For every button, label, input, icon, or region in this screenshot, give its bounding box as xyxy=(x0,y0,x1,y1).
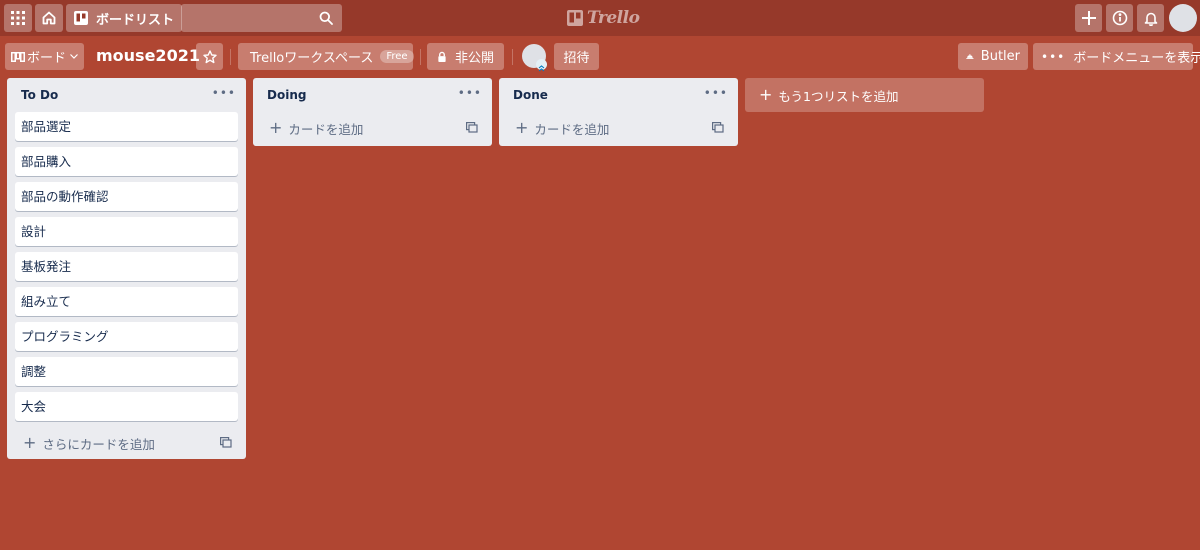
add-card-label: カードを追加 xyxy=(534,121,610,137)
list-menu-icon[interactable]: ••• xyxy=(458,86,482,100)
card[interactable]: 部品選定 xyxy=(15,112,238,141)
top-header: ボードリスト Trello xyxy=(0,0,1200,36)
search-icon xyxy=(319,11,333,25)
visibility-label: 非公開 xyxy=(454,51,494,66)
star-icon xyxy=(202,49,217,63)
create-button[interactable] xyxy=(1075,4,1102,32)
home-icon xyxy=(42,11,56,25)
logo-text: Trello xyxy=(587,8,640,28)
plus-icon: + xyxy=(759,85,773,104)
list-title[interactable]: Done xyxy=(513,88,548,102)
card[interactable]: 調整 xyxy=(15,357,238,386)
invite-label: 招待 xyxy=(563,51,590,66)
card[interactable]: 部品の動作確認 xyxy=(15,182,238,211)
boards-button-label: ボードリスト xyxy=(96,12,175,28)
add-card-button[interactable]: + カードを追加 xyxy=(253,112,492,144)
ellipsis-icon: ••• xyxy=(1041,49,1066,64)
star-button[interactable] xyxy=(196,43,223,70)
template-icon[interactable] xyxy=(466,122,478,133)
list-title[interactable]: Doing xyxy=(267,88,306,102)
template-icon[interactable] xyxy=(220,437,232,448)
invite-button[interactable]: 招待 xyxy=(554,43,599,70)
account-avatar[interactable] xyxy=(1169,4,1197,32)
header-divider xyxy=(230,49,231,65)
chevron-down-icon xyxy=(70,54,78,59)
add-card-button[interactable]: + さらにカードを追加 xyxy=(7,427,246,459)
search-input[interactable] xyxy=(181,4,342,32)
card[interactable]: 設計 xyxy=(15,217,238,246)
list-doing: Doing ••• + カードを追加 xyxy=(253,78,492,146)
list-done: Done ••• + カードを追加 xyxy=(499,78,738,146)
list-todo: To Do ••• 部品選定 部品購入 部品の動作確認 設計 基板発注 組み立て… xyxy=(7,78,246,459)
butler-label: Butler xyxy=(980,49,1020,64)
list-header: Done ••• xyxy=(499,78,738,112)
show-menu-label: ボードメニューを表示 xyxy=(1073,51,1200,66)
list-menu-icon[interactable]: ••• xyxy=(212,86,236,100)
add-list-label: もう1つリストを追加 xyxy=(778,88,899,104)
board-icon xyxy=(74,11,88,25)
card[interactable]: 部品購入 xyxy=(15,147,238,176)
list-menu-icon[interactable]: ••• xyxy=(704,86,728,100)
notifications-button[interactable] xyxy=(1137,4,1164,32)
butler-icon xyxy=(966,54,974,60)
visibility-button[interactable]: 非公開 xyxy=(427,43,504,70)
apps-button[interactable] xyxy=(4,4,32,32)
card[interactable]: プログラミング xyxy=(15,322,238,351)
card[interactable]: 基板発注 xyxy=(15,252,238,281)
home-button[interactable] xyxy=(35,4,63,32)
grid-icon xyxy=(11,11,25,25)
plus-icon: + xyxy=(515,118,529,137)
plus-icon: + xyxy=(23,433,37,452)
bell-icon xyxy=(1144,12,1157,26)
info-button[interactable] xyxy=(1106,4,1133,32)
board-view-icon xyxy=(11,51,25,62)
plus-icon: + xyxy=(269,118,283,137)
butler-button[interactable]: Butler xyxy=(958,43,1028,70)
plan-badge: Free xyxy=(380,50,414,63)
workspace-label: Trelloワークスペース xyxy=(250,51,374,66)
chevron-up-icon xyxy=(538,65,545,72)
board-title[interactable]: mouse2021 xyxy=(96,46,200,65)
header-divider xyxy=(512,49,513,65)
add-card-button[interactable]: + カードを追加 xyxy=(499,112,738,144)
list-header: To Do ••• xyxy=(7,78,246,112)
add-card-label: さらにカードを追加 xyxy=(42,436,155,452)
card-container: 部品選定 部品購入 部品の動作確認 設計 基板発注 組み立て プログラミング 調… xyxy=(7,112,246,421)
workspace-button[interactable]: Trelloワークスペース Free xyxy=(238,43,414,70)
boards-button[interactable]: ボードリスト xyxy=(66,4,183,32)
board-switcher-label: ボード xyxy=(27,51,67,66)
info-icon xyxy=(1112,10,1127,26)
lock-icon xyxy=(438,51,446,62)
card[interactable]: 大会 xyxy=(15,392,238,421)
add-list-button[interactable]: + もう1つリストを追加 xyxy=(745,78,984,112)
admin-badge xyxy=(536,59,547,72)
list-title[interactable]: To Do xyxy=(21,88,58,102)
add-card-label: カードを追加 xyxy=(288,121,364,137)
board-switcher-button[interactable]: ボード xyxy=(5,43,85,70)
header-divider xyxy=(420,49,421,65)
plus-icon xyxy=(1081,11,1096,25)
list-header: Doing ••• xyxy=(253,78,492,112)
template-icon[interactable] xyxy=(712,122,724,133)
trello-logo-icon xyxy=(567,10,583,26)
show-menu-button[interactable]: ••• ボードメニューを表示 xyxy=(1033,43,1200,70)
trello-logo[interactable]: Trello xyxy=(567,8,640,28)
card[interactable]: 組み立て xyxy=(15,287,238,316)
